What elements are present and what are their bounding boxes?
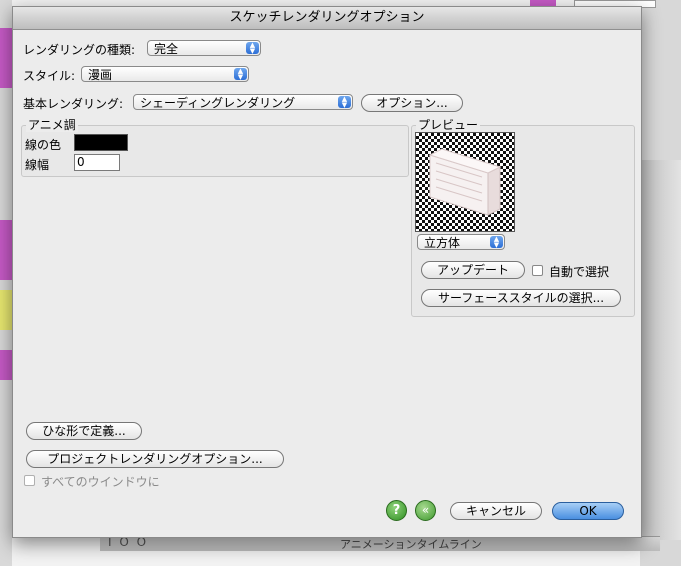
all-windows-label: すべてのウインドウに (41, 475, 160, 489)
preview-group-title: プレビュー (416, 118, 481, 132)
dialog-title: スケッチレンダリングオプション (13, 7, 641, 30)
style-value: 漫画 (88, 68, 113, 82)
base-rendering-value: シェーディングレンダリング (140, 96, 296, 110)
popup-arrows-icon: ▲ ▼ (338, 96, 351, 109)
bg-timeline-label: アニメーションタイムライン (340, 538, 482, 551)
back-arrow-icon[interactable]: « (415, 500, 436, 521)
bg-right-shape (640, 160, 681, 540)
project-rendering-options-button[interactable]: プロジェクトレンダリングオプション... (26, 450, 284, 468)
preview-shape-value: 立方体 (424, 236, 461, 250)
cancel-button[interactable]: キャンセル (450, 502, 542, 520)
cube-preview-icon (428, 148, 502, 216)
style-label: スタイル: (23, 69, 76, 83)
preview-shape-popup[interactable]: 立方体 ▲ ▼ (417, 234, 505, 250)
base-rendering-popup[interactable]: シェーディングレンダリング ▲ ▼ (133, 94, 353, 110)
line-width-label: 線幅 (25, 158, 50, 172)
rendering-type-popup[interactable]: 完全 ▲ ▼ (147, 40, 261, 56)
update-button[interactable]: アップデート (421, 261, 525, 279)
bg-magenta-3 (0, 350, 12, 380)
popup-arrows-icon: ▲ ▼ (490, 236, 503, 249)
auto-select-checkbox[interactable] (532, 265, 543, 276)
rendering-type-value: 完全 (154, 42, 179, 56)
surface-style-button[interactable]: サーフェーススタイルの選択... (421, 289, 621, 307)
options-button[interactable]: オプション... (361, 94, 463, 112)
popup-arrows-icon: ▲ ▼ (246, 42, 259, 55)
base-rendering-label: 基本レンダリング: (23, 97, 124, 111)
rendering-type-label: レンダリングの種類: (23, 43, 136, 57)
define-template-button[interactable]: ひな形で定義... (26, 422, 142, 440)
line-color-swatch[interactable] (74, 134, 128, 151)
sketch-rendering-options-dialog: スケッチレンダリングオプション レンダリングの種類: 完全 ▲ ▼ スタイル: 漫… (12, 6, 642, 538)
bg-magenta-2 (0, 220, 12, 280)
line-width-field[interactable]: 0 (74, 154, 120, 171)
anime-group-title: アニメ調 (26, 118, 78, 132)
bg-yellow (0, 290, 12, 330)
bg-magenta-1 (0, 28, 12, 88)
popup-arrows-icon: ▲ ▼ (234, 68, 247, 81)
all-windows-checkbox[interactable] (24, 475, 35, 486)
style-popup[interactable]: 漫画 ▲ ▼ (81, 66, 249, 82)
help-icon[interactable]: ? (386, 500, 407, 521)
auto-select-label: 自動で選択 (549, 265, 610, 279)
preview-image (415, 132, 515, 232)
line-color-label: 線の色 (25, 138, 62, 152)
ok-button[interactable]: OK (552, 502, 624, 520)
